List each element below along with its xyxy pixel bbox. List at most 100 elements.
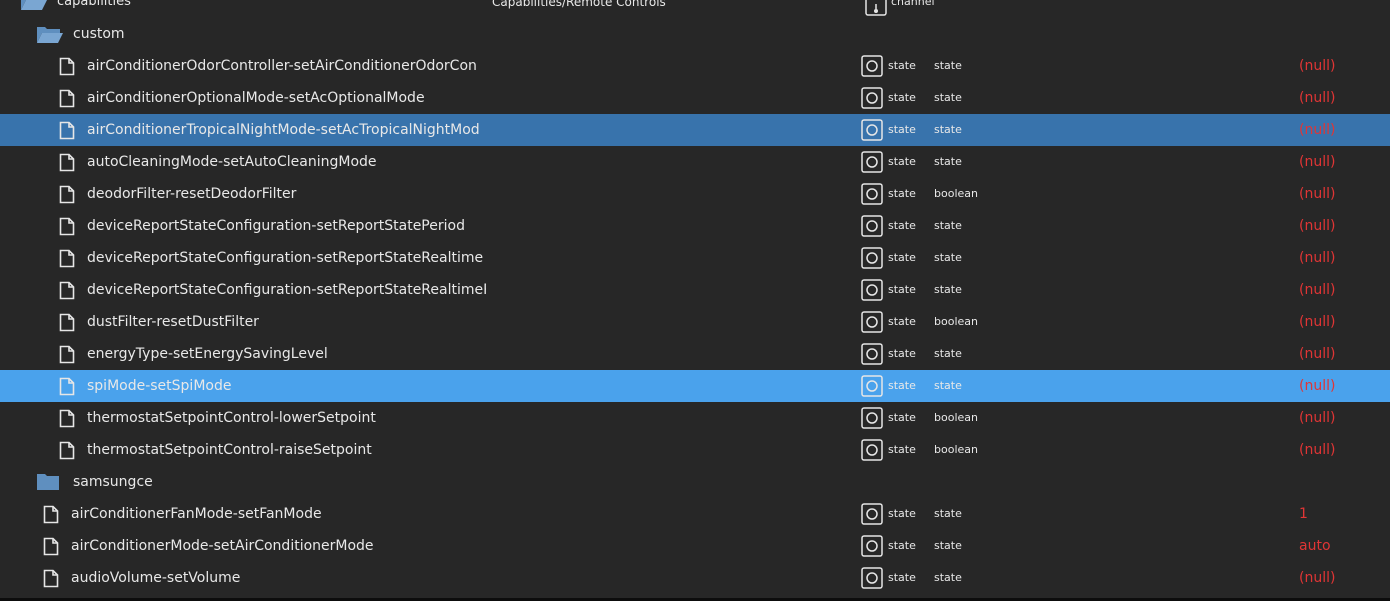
tree-row-state[interactable]: airConditionerTropicalNightMode-setAcTro… [0, 114, 1390, 146]
file-icon [59, 441, 75, 460]
file-icon [59, 345, 75, 364]
state-value: (null) [1299, 186, 1336, 202]
tree-row-state[interactable]: airConditionerOptionalMode-setAcOptional… [0, 82, 1390, 114]
tree-row-state[interactable]: thermostatSetpointControl-raiseSetpoint s… [0, 434, 1390, 466]
tree-row-state[interactable]: dustFilter-resetDustFilter state boolean (n… [0, 306, 1390, 338]
state-role-icon [861, 279, 883, 301]
tree-row-state[interactable]: autoCleaningMode-setAutoCleaningMode stat… [0, 146, 1390, 178]
role-label: state [888, 347, 916, 360]
tree-row-state[interactable]: deviceReportStateConfiguration-setReport… [0, 210, 1390, 242]
tree-row-capabilities[interactable]: capabilities Capabilities/Remote Control… [0, 0, 1390, 18]
state-role-icon [861, 183, 883, 205]
state-value: (null) [1299, 58, 1336, 74]
tree-row-state[interactable]: audioVolume-setVolume state state (null) [0, 562, 1390, 594]
folder-open-icon [37, 27, 63, 43]
state-role-icon [861, 55, 883, 77]
file-icon [59, 89, 75, 108]
tree-row-state[interactable]: airConditionerFanMode-setFanMode state sta… [0, 498, 1390, 530]
state-name: autoCleaningMode-setAutoCleaningMode [87, 154, 377, 170]
state-role-icon [861, 503, 883, 525]
type-label: boolean [934, 187, 978, 200]
state-value: (null) [1299, 154, 1336, 170]
state-role-icon [861, 407, 883, 429]
state-name: airConditionerFanMode-setFanMode [71, 506, 322, 522]
state-value: 1 [1299, 506, 1308, 522]
state-role-icon [861, 343, 883, 365]
file-icon [59, 377, 75, 396]
tree-row-state[interactable]: airConditionerMode-setAirConditionerMode… [0, 530, 1390, 562]
type-label: state [934, 155, 962, 168]
folder-closed-icon [37, 474, 59, 490]
state-role-icon [861, 439, 883, 461]
state-name: deviceReportStateConfiguration-setReport… [87, 282, 486, 298]
type-label: state [934, 219, 962, 232]
item-type-label: channel [891, 0, 935, 8]
state-role-icon [861, 567, 883, 589]
state-value: (null) [1299, 282, 1336, 298]
type-label: state [934, 379, 962, 392]
tree-row-custom-folder[interactable]: custom [0, 18, 1390, 50]
state-role-icon [861, 535, 883, 557]
tree-row-state[interactable]: airConditionerOdorController-setAirCondi… [0, 50, 1390, 82]
state-value: (null) [1299, 122, 1336, 138]
file-icon [59, 57, 75, 76]
state-value: (null) [1299, 442, 1336, 458]
folder-label: samsungce [73, 474, 153, 490]
type-label: state [934, 507, 962, 520]
state-name: airConditionerOdorController-setAirCondi… [87, 58, 477, 74]
role-label: state [888, 283, 916, 296]
role-label: state [888, 411, 916, 424]
tree-item-label: capabilities [57, 0, 131, 9]
tree-row-state[interactable]: spiMode-setSpiMode state state (null) [0, 370, 1390, 402]
file-icon [59, 185, 75, 204]
tree-row-samsungce-folder[interactable]: samsungce [0, 466, 1390, 498]
state-value: (null) [1299, 410, 1336, 426]
tree-row-state[interactable]: deviceReportStateConfiguration-setReport… [0, 242, 1390, 274]
file-icon [59, 281, 75, 300]
role-label: state [888, 251, 916, 264]
state-name: deviceReportStateConfiguration-setReport… [87, 218, 465, 234]
state-name: deviceReportStateConfiguration-setReport… [87, 250, 484, 266]
state-value: (null) [1299, 378, 1336, 394]
file-icon [43, 505, 59, 524]
type-label: state [934, 251, 962, 264]
state-role-icon [861, 215, 883, 237]
state-value: auto [1299, 538, 1331, 554]
state-name: airConditionerMode-setAirConditionerMode [71, 538, 374, 554]
role-label: state [888, 187, 916, 200]
state-role-icon [861, 247, 883, 269]
tree-row-state[interactable]: deodorFilter-resetDeodorFilter state boole… [0, 178, 1390, 210]
state-name: thermostatSetpointControl-lowerSetpoint [87, 410, 376, 426]
role-label: state [888, 155, 916, 168]
role-label: state [888, 571, 916, 584]
type-label: state [934, 91, 962, 104]
state-name: dustFilter-resetDustFilter [87, 314, 259, 330]
state-value: (null) [1299, 570, 1336, 586]
role-label: state [888, 443, 916, 456]
state-value: (null) [1299, 250, 1336, 266]
type-label: boolean [934, 411, 978, 424]
tree-row-state[interactable]: energyType-setEnergySavingLevel state stat… [0, 338, 1390, 370]
state-role-icon [861, 311, 883, 333]
role-label: state [888, 219, 916, 232]
state-name: airConditionerOptionalMode-setAcOptional… [87, 90, 425, 106]
state-value: (null) [1299, 314, 1336, 330]
state-value: (null) [1299, 90, 1336, 106]
state-role-icon [861, 151, 883, 173]
state-name: spiMode-setSpiMode [87, 378, 232, 394]
role-label: state [888, 123, 916, 136]
type-label: state [934, 283, 962, 296]
role-label: state [888, 539, 916, 552]
state-name: thermostatSetpointControl-raiseSetpoint [87, 442, 372, 458]
file-icon [59, 313, 75, 332]
tree-row-state[interactable]: deviceReportStateConfiguration-setReport… [0, 274, 1390, 306]
state-name: energyType-setEnergySavingLevel [87, 346, 328, 362]
role-label: state [888, 379, 916, 392]
file-icon [59, 121, 75, 140]
state-role-icon [861, 119, 883, 141]
state-name: deodorFilter-resetDeodorFilter [87, 186, 297, 202]
state-role-icon [861, 87, 883, 109]
tree-row-state[interactable]: thermostatSetpointControl-lowerSetpoint s… [0, 402, 1390, 434]
role-label: state [888, 507, 916, 520]
state-value: (null) [1299, 346, 1336, 362]
